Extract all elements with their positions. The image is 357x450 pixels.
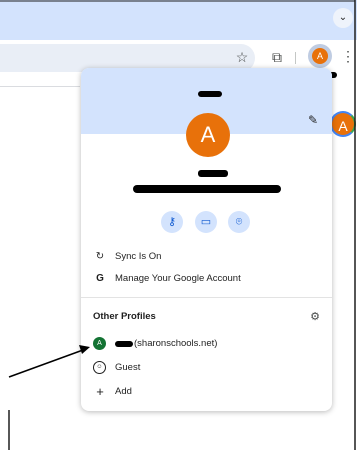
tab-search-chevron-icon[interactable]: ⌄ [333, 8, 353, 28]
redacted-email [133, 185, 281, 193]
edit-pencil-icon[interactable]: ✎ [308, 113, 318, 127]
toolbar-separator [295, 52, 296, 64]
other-profiles-title: Other Profiles [93, 311, 156, 322]
manage-account-label: Manage Your Google Account [115, 273, 241, 284]
kebab-menu-icon[interactable]: ⋮ [341, 48, 355, 65]
page-account-avatar[interactable]: A [330, 111, 356, 137]
addresses-location-icon[interactable]: ⌾ [228, 211, 250, 233]
sync-icon: ↻ [95, 251, 105, 262]
redacted-name [198, 91, 222, 97]
bookmark-star-icon[interactable]: ☆ [233, 48, 251, 66]
sync-label: Sync Is On [115, 251, 162, 262]
payment-card-icon[interactable]: ▭ [195, 211, 217, 233]
profile-menu-popup: ✎ A ⚷ ▭ ⌾ ↻ Sync Is On G Manage Your Goo… [81, 68, 332, 411]
guest-person-icon: ☺ [93, 361, 106, 374]
plus-icon: + [96, 384, 104, 399]
redacted-name-line [198, 170, 228, 177]
page-divider [0, 86, 80, 87]
annotation-arrow-line [8, 349, 84, 378]
extensions-puzzle-icon[interactable]: ⧉ [268, 48, 286, 66]
other-profile-domain: (sharonschools.net) [134, 338, 218, 349]
add-label: Add [115, 386, 132, 397]
other-profile-avatar: A [93, 337, 106, 350]
passwords-key-icon[interactable]: ⚷ [161, 211, 183, 233]
profile-avatar-large: A [186, 113, 230, 157]
profile-avatar-letter: A [312, 48, 328, 64]
guest-label: Guest [115, 362, 141, 373]
gear-icon[interactable]: ⚙ [310, 310, 320, 323]
tab-strip: ⌄ [0, 0, 357, 40]
redacted-profile-name [115, 341, 133, 347]
profile-avatar-button[interactable]: A [308, 44, 332, 68]
section-divider [81, 297, 332, 298]
google-g-icon: G [96, 273, 104, 284]
